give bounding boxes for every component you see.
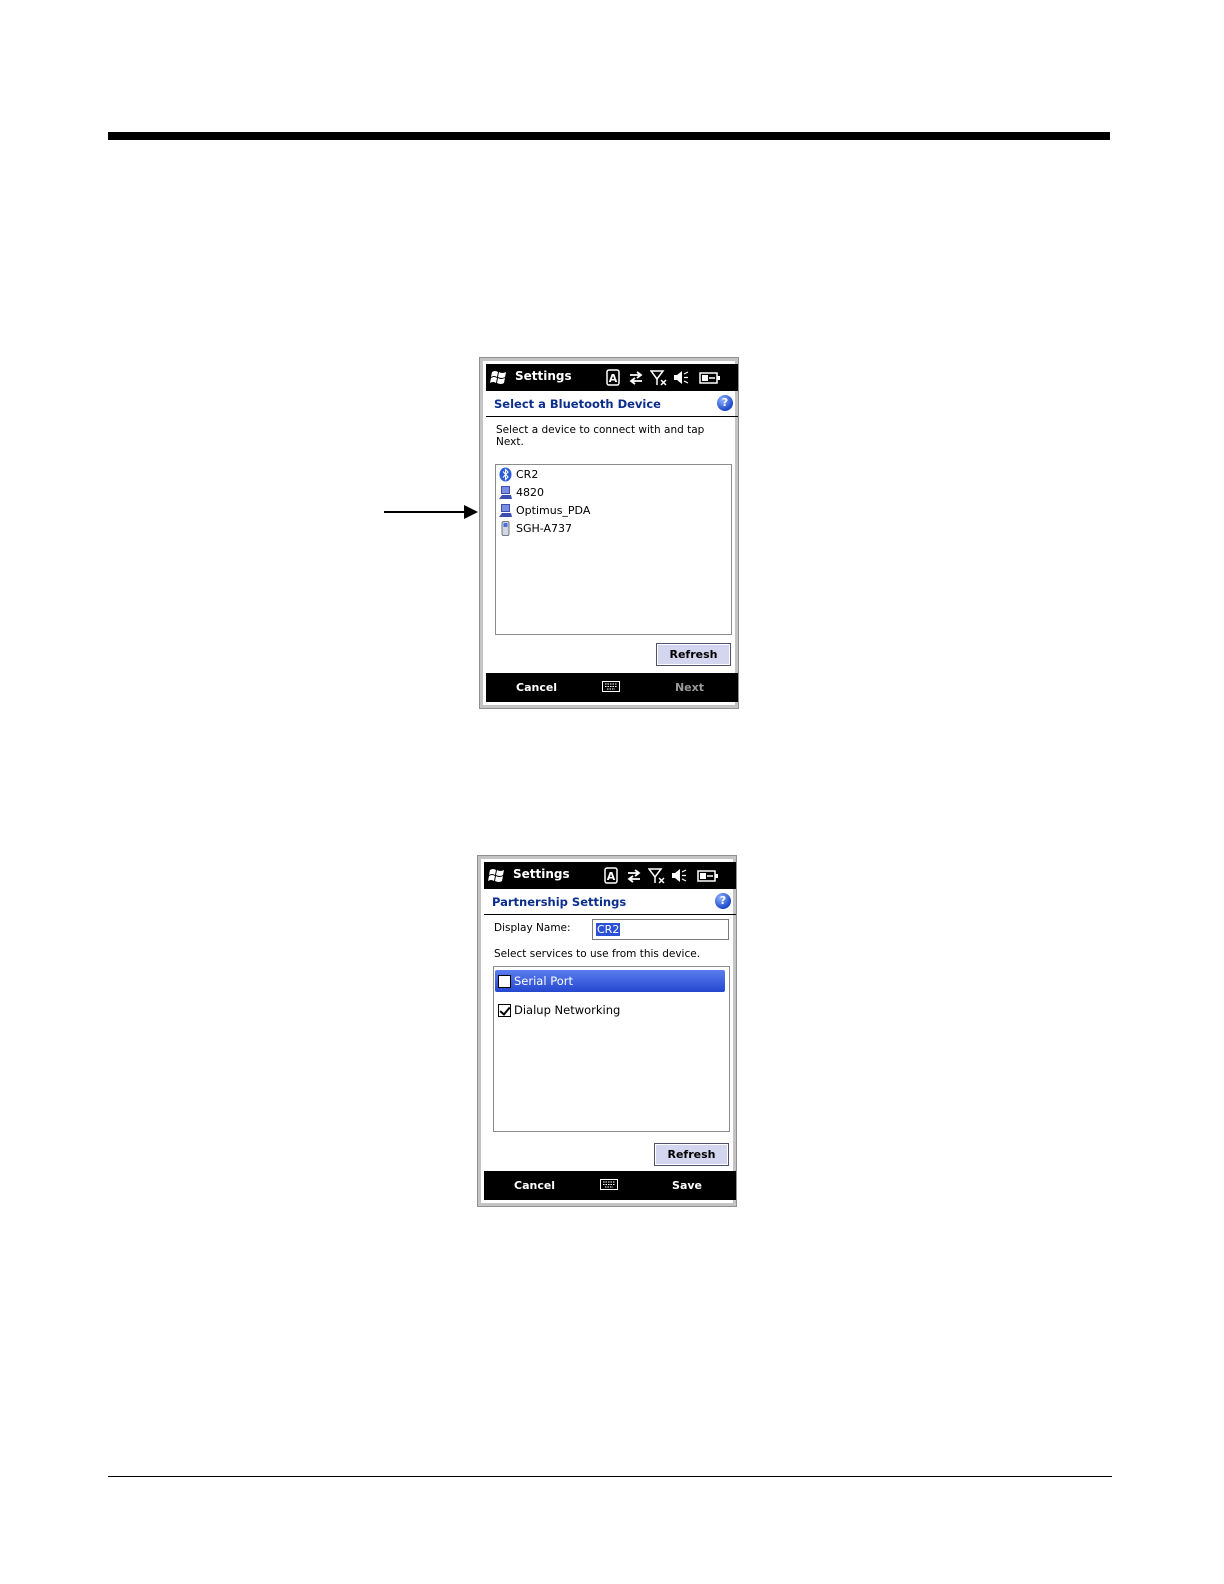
device-label: SGH-A737 xyxy=(516,522,573,535)
refresh-button[interactable]: Refresh xyxy=(654,1143,729,1166)
dialup-networking-checkbox[interactable] xyxy=(498,1003,511,1017)
page-title: Select a Bluetooth Device xyxy=(494,397,661,411)
services-list[interactable]: Serial Port Dialup Networking xyxy=(493,966,730,1132)
status-bar: Settings A xyxy=(484,862,736,889)
services-instruction: Select services to use from this device. xyxy=(494,948,701,960)
save-softkey[interactable]: Save xyxy=(672,1179,702,1192)
status-bar: Settings A xyxy=(486,364,738,391)
service-label: Serial Port xyxy=(514,974,573,988)
bluetooth-icon xyxy=(499,467,512,482)
computer-icon xyxy=(499,504,512,517)
screen-header: Select a Bluetooth Device ? xyxy=(486,391,738,417)
device-label: Optimus_PDA xyxy=(516,504,591,517)
speaker-muted-icon[interactable] xyxy=(673,369,689,386)
list-item[interactable]: Optimus_PDA xyxy=(499,502,590,519)
service-item-dialup-networking[interactable]: Dialup Networking xyxy=(495,999,725,1021)
keyboard-icon[interactable] xyxy=(602,681,620,692)
keyboard-icon[interactable] xyxy=(600,1179,618,1190)
windows-start-icon[interactable] xyxy=(490,369,508,386)
bluetooth-device-screen: Settings A Select a Bluetooth Device ? S… xyxy=(480,358,738,708)
screen-header: Partnership Settings ? xyxy=(484,889,736,915)
input-mode-icon[interactable]: A xyxy=(604,867,618,884)
app-title: Settings xyxy=(515,369,572,383)
service-item-serial-port[interactable]: Serial Port xyxy=(495,970,725,992)
input-mode-icon[interactable]: A xyxy=(606,369,620,386)
partnership-settings-screen: Settings A Partnership Settings ? Displa… xyxy=(478,856,736,1206)
list-item[interactable]: 4820 xyxy=(499,484,544,501)
next-softkey[interactable]: Next xyxy=(675,681,704,694)
cancel-softkey[interactable]: Cancel xyxy=(514,1179,555,1192)
serial-port-checkbox[interactable] xyxy=(498,974,511,988)
list-item[interactable]: SGH-A737 xyxy=(499,520,572,537)
service-label: Dialup Networking xyxy=(514,1003,621,1017)
help-icon[interactable]: ? xyxy=(717,395,733,411)
windows-start-icon[interactable] xyxy=(488,867,506,884)
sync-arrows-icon[interactable] xyxy=(626,867,642,884)
top-rule xyxy=(108,132,1110,140)
svg-text:A: A xyxy=(609,372,618,385)
help-icon[interactable]: ? xyxy=(715,893,731,909)
no-signal-icon[interactable] xyxy=(648,867,666,884)
device-label: 4820 xyxy=(516,486,544,499)
instruction-text: Select a device to connect with and tap … xyxy=(496,424,705,448)
sync-arrows-icon[interactable] xyxy=(628,369,644,386)
app-title: Settings xyxy=(513,867,570,881)
list-item[interactable]: CR2 xyxy=(499,466,538,483)
soft-key-bar: Cancel Next xyxy=(486,673,738,702)
battery-icon[interactable] xyxy=(699,369,721,386)
speaker-muted-icon[interactable] xyxy=(671,867,687,884)
computer-icon xyxy=(499,486,512,499)
refresh-button[interactable]: Refresh xyxy=(656,643,731,666)
soft-key-bar: Cancel Save xyxy=(484,1171,736,1200)
pointer-arrow-icon xyxy=(384,505,478,519)
no-signal-icon[interactable] xyxy=(650,369,668,386)
bottom-rule xyxy=(108,1476,1112,1477)
page-title: Partnership Settings xyxy=(492,895,627,909)
display-name-label: Display Name: xyxy=(494,922,571,934)
display-name-value: CR2 xyxy=(596,923,621,936)
device-list[interactable]: CR2 4820 Optimus_PDA SGH-A737 xyxy=(495,464,732,635)
display-name-input[interactable]: CR2 xyxy=(592,919,729,940)
device-label: CR2 xyxy=(516,468,539,481)
cancel-softkey[interactable]: Cancel xyxy=(516,681,557,694)
phone-icon xyxy=(501,521,510,536)
battery-icon[interactable] xyxy=(697,867,719,884)
svg-text:A: A xyxy=(607,870,616,883)
